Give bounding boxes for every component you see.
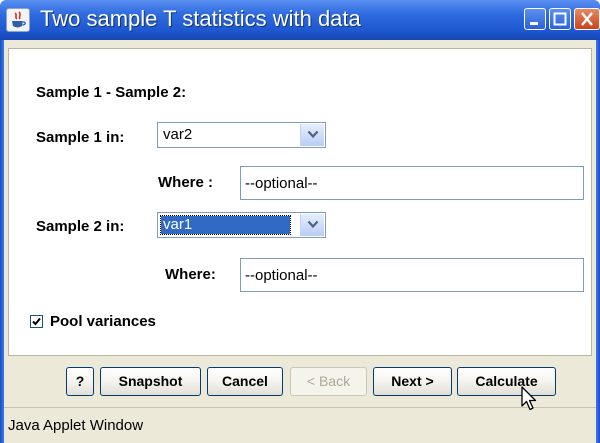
java-app-icon[interactable]: [6, 8, 30, 32]
status-bar: Java Applet Window: [4, 407, 596, 443]
sample2-where-label: Where:: [165, 266, 216, 283]
window-border-left: [0, 40, 4, 443]
sample2-selected-value: var1: [160, 215, 291, 235]
maximize-icon[interactable]: [549, 8, 571, 30]
back-button[interactable]: < Back: [290, 367, 367, 396]
sample1-where-label: Where :: [158, 174, 214, 191]
chevron-down-icon[interactable]: [300, 214, 324, 236]
window-border-right: [596, 40, 600, 443]
snapshot-button[interactable]: Snapshot: [100, 367, 201, 396]
title-bar[interactable]: Two sample T statistics with data: [0, 0, 600, 40]
cancel-button[interactable]: Cancel: [207, 367, 283, 396]
pool-variances-checkbox[interactable]: [30, 315, 43, 328]
mouse-pointer-icon: [521, 386, 539, 417]
sample1-where-field[interactable]: [240, 166, 584, 200]
close-icon[interactable]: [574, 8, 600, 30]
sample2-where-input[interactable]: [241, 259, 583, 291]
status-text: Java Applet Window: [8, 417, 144, 434]
section-label: Sample 1 - Sample 2:: [36, 84, 187, 101]
sample2-where-field[interactable]: [240, 258, 584, 292]
sample2-label: Sample 2 in:: [36, 218, 125, 235]
sample2-select[interactable]: var1: [157, 212, 326, 238]
sample1-where-input[interactable]: [241, 167, 583, 199]
pool-variances-label: Pool variances: [50, 313, 156, 330]
sample1-label: Sample 1 in:: [36, 129, 125, 146]
help-button[interactable]: ?: [66, 367, 94, 396]
calculate-button[interactable]: Calculate: [457, 367, 556, 396]
minimize-icon[interactable]: [524, 8, 546, 30]
chevron-down-icon[interactable]: [300, 124, 324, 146]
window-title: Two sample T statistics with data: [40, 6, 361, 31]
sample1-select[interactable]: var2: [157, 122, 326, 148]
sample1-selected-value: var2: [163, 126, 193, 143]
next-button[interactable]: Next >: [373, 367, 452, 396]
